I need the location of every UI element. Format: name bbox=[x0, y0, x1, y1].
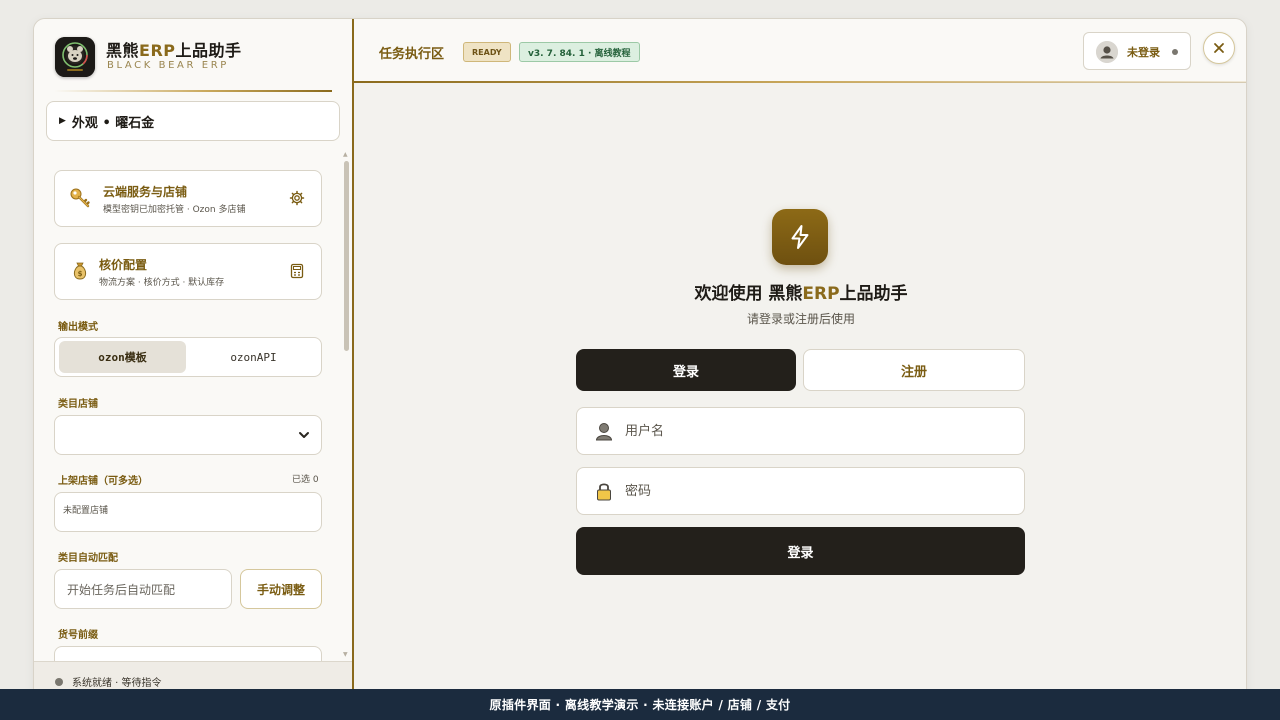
sidebar-scrollbar-thumb[interactable] bbox=[344, 161, 349, 351]
card-subtitle: 物流方案 · 核价方式 · 默认库存 bbox=[99, 278, 225, 288]
app-window: 黑熊ERP上品助手 BLACK BEAR ERP ▶ 外观 • 曜石金 ▲ ▼ … bbox=[33, 18, 1247, 720]
output-mode-option-api[interactable]: ozonAPI bbox=[190, 341, 317, 373]
chevron-down-icon bbox=[299, 432, 309, 438]
svg-text:$: $ bbox=[78, 270, 83, 278]
bear-logo-icon bbox=[55, 37, 95, 77]
card-title: 核价配置 bbox=[99, 258, 148, 272]
output-mode-option-template[interactable]: ozon模板 bbox=[59, 341, 186, 373]
brand-title: 黑熊ERP上品助手 bbox=[106, 41, 242, 60]
tab-register[interactable]: 注册 bbox=[803, 349, 1025, 391]
zone-title: 任务执行区 bbox=[379, 47, 445, 62]
auto-match-input[interactable]: 开始任务后自动匹配 bbox=[54, 569, 232, 609]
gear-icon[interactable] bbox=[289, 190, 305, 206]
ready-badge: READY bbox=[463, 42, 511, 62]
user-status-label: 未登录 bbox=[1127, 46, 1160, 59]
brand-divider bbox=[54, 90, 332, 92]
card-title: 云端服务与店铺 bbox=[103, 185, 188, 199]
close-icon bbox=[1214, 43, 1224, 53]
money-bag-icon: $ bbox=[73, 262, 87, 280]
output-mode-label: 输出模式 bbox=[58, 322, 98, 333]
welcome-subtitle: 请登录或注册后使用 bbox=[746, 312, 855, 326]
password-input[interactable] bbox=[625, 478, 1005, 504]
manual-adjust-button[interactable]: 手动调整 bbox=[240, 569, 322, 609]
user-status-dot bbox=[1172, 49, 1178, 55]
top-bar: 任务执行区 READY v3. 7. 84. 1 · 离线教程 未登录 bbox=[354, 19, 1246, 83]
version-badge[interactable]: v3. 7. 84. 1 · 离线教程 bbox=[519, 42, 640, 62]
key-icon bbox=[70, 188, 90, 208]
appearance-label: 外观 • 曜石金 bbox=[71, 115, 155, 131]
category-shop-label: 类目店铺 bbox=[58, 399, 98, 410]
auto-match-label: 类目自动匹配 bbox=[58, 553, 118, 564]
output-mode-switch: ozon模板 ozonAPI bbox=[54, 337, 322, 377]
scroll-down-icon[interactable]: ▼ bbox=[343, 651, 348, 658]
listing-shops-select[interactable]: 未配置店铺 bbox=[54, 492, 322, 532]
brand-header: 黑熊ERP上品助手 BLACK BEAR ERP bbox=[34, 19, 352, 93]
brand-subtitle: BLACK BEAR ERP bbox=[107, 60, 229, 71]
pricing-config-card[interactable]: $ 核价配置 物流方案 · 核价方式 · 默认库存 bbox=[54, 243, 322, 300]
auto-match-placeholder: 开始任务后自动匹配 bbox=[67, 582, 176, 597]
listing-shops-value: 未配置店铺 bbox=[63, 506, 109, 516]
status-text: 系统就绪 · 等待指令 bbox=[72, 678, 162, 689]
calculator-icon[interactable] bbox=[289, 263, 305, 279]
sku-prefix-label: 货号前缀 bbox=[58, 630, 98, 641]
caret-right-icon: ▶ bbox=[59, 116, 66, 126]
card-subtitle: 模型密钥已加密托管 · Ozon 多店铺 bbox=[103, 205, 246, 215]
appearance-toggle[interactable]: ▶ 外观 • 曜石金 bbox=[46, 101, 340, 141]
login-submit-button[interactable]: 登录 bbox=[576, 527, 1025, 575]
scroll-up-icon[interactable]: ▲ bbox=[343, 151, 348, 158]
category-shop-select[interactable] bbox=[54, 415, 322, 455]
sidebar: 黑熊ERP上品助手 BLACK BEAR ERP ▶ 外观 • 曜石金 ▲ ▼ … bbox=[34, 19, 354, 719]
username-input[interactable] bbox=[625, 418, 1005, 444]
close-button[interactable] bbox=[1203, 32, 1235, 64]
listing-shops-label: 上架店铺（可多选） bbox=[58, 476, 148, 487]
listing-shops-count: 已选 0 bbox=[292, 475, 319, 485]
password-field[interactable] bbox=[576, 467, 1025, 515]
lightning-icon bbox=[772, 209, 828, 265]
welcome-heading: 欢迎使用 黑熊ERP上品助手 bbox=[694, 284, 908, 304]
cloud-service-card[interactable]: 云端服务与店铺 模型密钥已加密托管 · Ozon 多店铺 bbox=[54, 170, 322, 227]
user-avatar-icon bbox=[1096, 41, 1118, 63]
user-icon bbox=[595, 423, 613, 441]
main-area: 任务执行区 READY v3. 7. 84. 1 · 离线教程 未登录 欢迎使用… bbox=[354, 19, 1246, 719]
footer-banner: 原插件界面 · 离线教学演示 · 未连接账户 / 店铺 / 支付 bbox=[0, 689, 1280, 720]
username-field[interactable] bbox=[576, 407, 1025, 455]
lock-icon bbox=[597, 483, 611, 501]
status-indicator bbox=[55, 678, 63, 686]
login-panel: 欢迎使用 黑熊ERP上品助手 请登录或注册后使用 登录 注册 登录 bbox=[354, 83, 1246, 719]
tab-login[interactable]: 登录 bbox=[576, 349, 796, 391]
user-menu-button[interactable]: 未登录 bbox=[1083, 32, 1191, 70]
